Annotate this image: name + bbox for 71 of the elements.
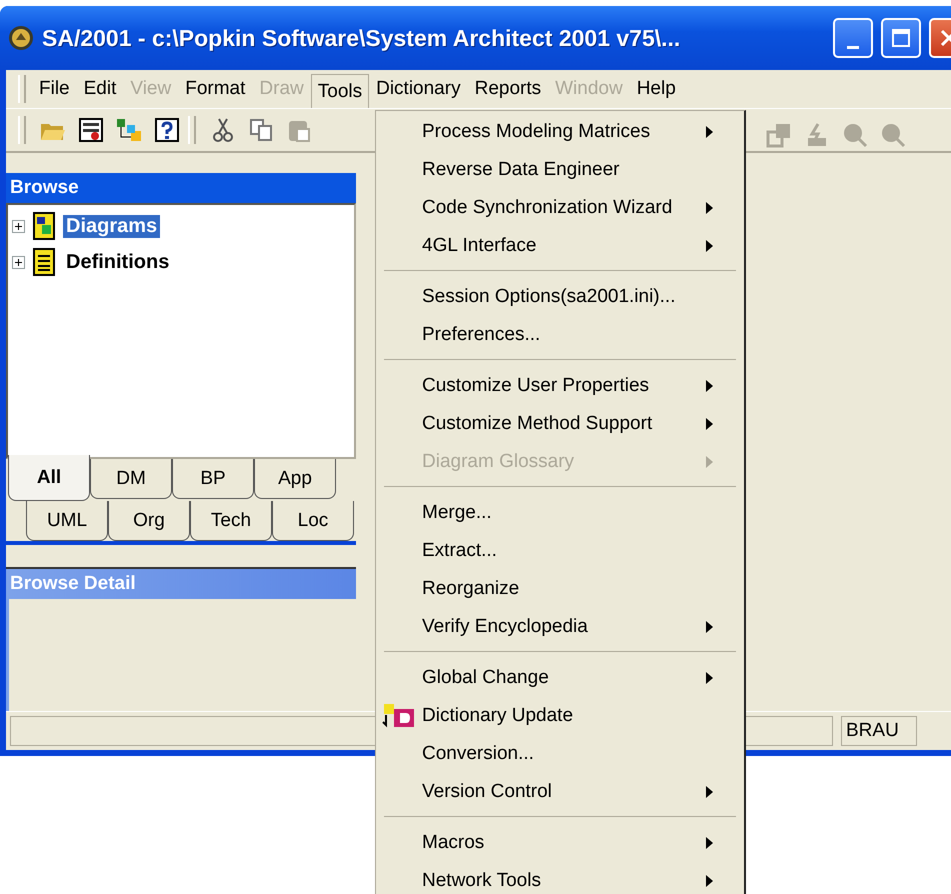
menu-item[interactable]: File [32,72,77,106]
magnifier-icon [880,122,906,148]
menu-option[interactable]: 4GL Interface [422,235,536,257]
menu-item[interactable]: Format [178,72,252,106]
minimize-button[interactable] [833,18,873,58]
toolbar-grip[interactable] [18,116,26,144]
dictionary-update-icon [380,703,416,729]
app-icon [8,25,34,51]
toolbar-grip[interactable] [18,75,26,103]
menu-option[interactable]: Global Change [422,667,549,689]
submenu-arrow-icon [706,202,714,214]
menu-option[interactable]: Verify Encyclopedia [422,616,588,638]
window-title: SA/2001 - c:\Popkin Software\System Architect 2001 v75\... [42,24,682,52]
submenu-arrow-icon [706,672,714,684]
menu-option[interactable]: Reverse Data Engineer [422,159,620,181]
document-icon [33,248,55,276]
submenu-arrow-icon [706,380,714,392]
menu-item[interactable]: Tools [310,74,370,108]
menu-option[interactable]: Merge... [422,502,492,524]
menu-option[interactable]: Customize User Properties [422,375,650,397]
submenu-arrow-icon [706,621,714,633]
help-icon [154,117,180,143]
tab[interactable]: Loc [272,501,354,541]
menu-option[interactable]: Code Synchronization Wizard [422,197,672,219]
magnifier-icon [842,122,868,148]
tab[interactable]: App [254,459,336,499]
copy-icon [249,118,273,142]
expand-toggle[interactable] [12,256,25,268]
submenu-arrow-icon [706,875,714,887]
tab[interactable]: UML [26,501,108,541]
menu-item[interactable]: Edit [76,72,124,106]
menu-option[interactable]: Macros [422,832,484,854]
menu-option[interactable]: Version Control [422,781,552,803]
submenu-arrow-icon [706,837,714,849]
submenu-arrow-icon [706,786,714,798]
toolbar-grip[interactable] [188,116,196,144]
tab[interactable]: BP [172,459,254,499]
menu-item[interactable]: Reports [468,72,548,106]
menu-option[interactable]: Process Modeling Matrices [422,121,650,143]
menu-option[interactable]: Customize Method Support [422,413,652,435]
menu-option[interactable]: Preferences... [422,324,540,346]
pane-header: Browse [6,173,356,203]
submenu-arrow-icon [706,240,714,252]
maximize-icon [891,28,911,48]
tab[interactable]: Org [108,501,190,541]
menu-option[interactable]: Extract... [422,540,497,562]
stacked-boxes-icon [766,122,792,148]
pane-header: Browse Detail [6,569,356,599]
submenu-arrow-icon [706,418,714,430]
tab[interactable]: Tech [190,501,272,541]
submenu-arrow-icon [706,126,714,138]
diagram-icon [115,117,143,143]
expand-toggle[interactable] [12,220,25,232]
menu-option[interactable]: Conversion... [422,743,534,765]
menu-option[interactable]: Network Tools [422,870,541,892]
diagram-folder-icon [33,212,55,240]
minimize-icon [847,46,859,48]
tree-item[interactable]: Definitions [63,250,172,274]
menu-item[interactable]: Dictionary [369,72,468,106]
status-field: BRAU [841,716,917,746]
menu-item[interactable]: Help [630,72,683,106]
tab[interactable]: All [8,455,90,501]
menu-option[interactable]: Session Options(sa2001.ini)... [422,286,676,308]
scissors-icon [212,117,234,143]
tab[interactable]: DM [90,459,172,499]
maximize-button[interactable] [881,18,921,58]
menu-option[interactable]: Dictionary Update [422,705,574,727]
form-icon [78,117,104,143]
menu-option[interactable]: Reorganize [422,578,520,600]
tree-item[interactable]: Diagrams [63,214,160,238]
submenu-arrow-icon [706,456,714,468]
